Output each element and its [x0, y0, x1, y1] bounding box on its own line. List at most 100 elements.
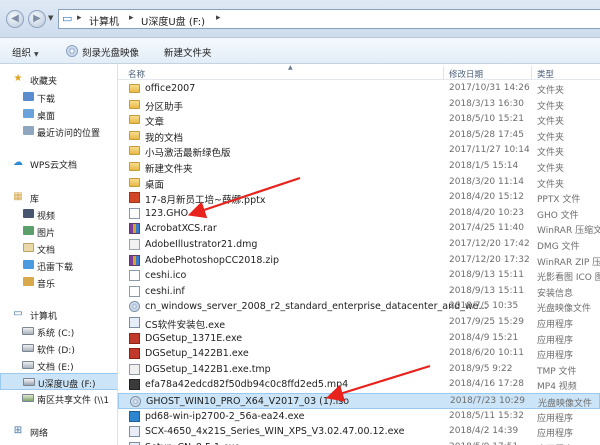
file-row[interactable]: AdobePhotoshopCC2018.zip 2017/12/20 17:32…: [118, 253, 600, 269]
nav-label: 系统 (C:): [37, 329, 75, 339]
file-date: 2018/9/5 9:22: [449, 363, 513, 374]
file-date: 2018/4/20 10:23: [449, 207, 524, 218]
navigation-pane: ★ 收藏夹 下载 桌面 最近访问的位置 ☁ WPS云文档 ▦ 库 视频 图片 文…: [0, 64, 118, 445]
file-type: 文件夹: [537, 86, 565, 96]
file-name: 小马激活最新绿色版: [145, 148, 231, 160]
file-row[interactable]: DGSetup_1422B1.exe 2018/6/20 10:11 应用程序: [118, 346, 600, 362]
nav-label: U深度U盘 (F:): [38, 380, 96, 390]
nav-pictures[interactable]: 图片: [0, 223, 117, 240]
file-row[interactable]: SCX-4650_4x21S_Series_WIN_XPS_V3.02.47.0…: [118, 424, 600, 440]
column-divider[interactable]: [443, 66, 444, 79]
library-icon: ▦: [13, 191, 23, 202]
file-row[interactable]: GHOST_WIN10_PRO_X64_V2017_03 (1).iso 2018…: [118, 393, 600, 409]
file-row[interactable]: 123.GHO 2018/4/20 10:23 GHO 文件: [118, 206, 600, 222]
nav-drive-e[interactable]: 文档 (E:): [0, 357, 117, 374]
nav-label: 库: [30, 195, 40, 205]
file-date: 2018/3/13 16:30: [449, 98, 524, 109]
file-type: DMG 文件: [537, 242, 580, 252]
rar-file-icon: [129, 223, 140, 235]
iso-file-icon: [130, 396, 141, 407]
usb-drive-icon: [23, 376, 35, 388]
nav-network[interactable]: ⊞ 网络: [0, 423, 117, 440]
file-name: AdobePhotoshopCC2018.zip: [145, 254, 280, 266]
column-header-date[interactable]: 修改日期: [449, 68, 483, 80]
folder-file-icon: [129, 115, 140, 125]
file-name: SCX-4650_4x21S_Series_WIN_XPS_V3.02.47.0…: [145, 426, 405, 438]
file-row[interactable]: 小马激活最新绿色版 2017/11/27 10:14 文件夹: [118, 143, 600, 159]
forward-button[interactable]: ▶: [28, 10, 46, 28]
column-header-type[interactable]: 类型: [537, 68, 554, 80]
nav-videos[interactable]: 视频: [0, 206, 117, 223]
nav-drive-f[interactable]: U深度U盘 (F:): [0, 373, 117, 390]
network-drive-icon: [22, 392, 34, 404]
file-row[interactable]: AdobeIllustrator21.dmg 2017/12/20 17:42 DM…: [118, 237, 600, 253]
file-row[interactable]: CS软件安装包.exe 2017/9/25 15:29 应用程序: [118, 315, 600, 331]
file-row[interactable]: efa78a42edcd82f50db94c0c8ffd2ed5.mp4 2018…: [118, 377, 600, 393]
breadcrumb-drive-f[interactable]: U深度U盘 (F:): [141, 13, 205, 28]
file-type: 安装信息: [537, 288, 574, 299]
file-row[interactable]: AcrobatXCS.rar 2017/4/25 11:40 WinRAR 压缩文: [118, 221, 600, 237]
breadcrumb-computer[interactable]: 计算机: [89, 13, 119, 28]
new-folder-button[interactable]: 新建文件夹: [164, 45, 212, 59]
column-header-name[interactable]: 名称: [128, 68, 145, 80]
file-type: 应用程序: [537, 413, 574, 424]
desktop-icon: [22, 108, 34, 120]
burn-disc-image-button[interactable]: 刻录光盘映像: [82, 45, 139, 59]
hard-drive-icon: [22, 342, 34, 354]
address-box[interactable]: ▭ ▸ 计算机 ▸ U深度U盘 (F:) ▸: [58, 9, 600, 29]
file-name: ceshi.ico: [145, 270, 187, 282]
history-dropdown-icon[interactable]: ▼: [48, 14, 53, 22]
back-button[interactable]: ◀: [6, 10, 24, 28]
downloads-icon: [22, 91, 34, 103]
nav-label: 软件 (D:): [37, 346, 75, 356]
file-type: 应用程序: [537, 351, 574, 362]
nav-wps-cloud[interactable]: ☁ WPS云文档: [0, 155, 117, 172]
file-name: ceshi.inf: [145, 285, 185, 297]
file-row[interactable]: ceshi.ico 2018/9/13 15:11 光影看图 ICO 图: [118, 268, 600, 284]
video-icon: [22, 208, 34, 220]
breadcrumb-separator-icon[interactable]: ▸: [129, 13, 134, 23]
file-row[interactable]: Setup_CN_8.5.1.exe2018/5/9 17:51应用程序: [118, 440, 600, 445]
nav-favorites[interactable]: ★ 收藏夹: [0, 71, 117, 88]
nav-drive-d[interactable]: 软件 (D:): [0, 340, 117, 357]
nav-computer[interactable]: ▭ 计算机: [0, 306, 117, 323]
file-row[interactable]: 桌面 2018/3/20 11:14 文件夹: [118, 175, 600, 191]
nav-desktop[interactable]: 桌面: [0, 106, 117, 123]
file-row[interactable]: DGSetup_1371E.exe 2018/4/9 15:21 应用程序: [118, 331, 600, 347]
file-row[interactable]: pd68-win-ip2700-2_56a-ea24.exe 2018/5/11 …: [118, 409, 600, 425]
nav-drive-c[interactable]: 系统 (C:): [0, 323, 117, 340]
nav-recent-places[interactable]: 最近访问的位置: [0, 123, 117, 140]
file-row[interactable]: office2007 2017/10/31 14:26 文件夹: [118, 81, 600, 97]
file-type: WinRAR 压缩文: [537, 226, 600, 237]
breadcrumb-separator-icon[interactable]: ▸: [77, 13, 82, 23]
file-date: 2018/5/28 17:45: [449, 129, 524, 140]
breadcrumb-separator-icon[interactable]: ▸: [216, 13, 221, 23]
iso-file-icon: [129, 301, 140, 313]
nav-network-share[interactable]: 南区共享文件 (\\1: [0, 390, 117, 407]
file-row[interactable]: 17-8月新员工培~薛娜.pptx 2018/4/20 15:12 PPTX 文件: [118, 190, 600, 206]
file-row[interactable]: 我的文档 2018/5/28 17:45 文件夹: [118, 128, 600, 144]
nav-library[interactable]: ▦ 库: [0, 189, 117, 206]
exe-blue-file-icon: [129, 410, 140, 422]
nav-music[interactable]: 音乐: [0, 274, 117, 291]
file-date: 2018/4/9 15:21: [449, 332, 519, 343]
file-row[interactable]: cn_windows_server_2008_r2_standard_enter…: [118, 299, 600, 315]
file-name: 桌面: [145, 179, 165, 191]
file-row[interactable]: ceshi.inf 2018/9/13 15:11 安装信息: [118, 284, 600, 300]
file-row[interactable]: DGSetup_1422B1.exe.tmp 2018/9/5 9:22 TMP 文…: [118, 362, 600, 378]
column-divider[interactable]: [531, 66, 532, 79]
file-row[interactable]: 分区助手 2018/3/13 16:30 文件夹: [118, 97, 600, 113]
nav-xunlei-downloads[interactable]: 迅雷下载: [0, 257, 117, 274]
nav-documents[interactable]: 文档: [0, 240, 117, 257]
file-row[interactable]: 文章 2018/5/10 15:21 文件夹: [118, 112, 600, 128]
file-date: 2017/12/20 17:32: [449, 254, 530, 265]
file-date: 2018/5/10 15:21: [449, 114, 524, 125]
file-row[interactable]: 新建文件夹 2018/1/5 15:14 文件夹: [118, 159, 600, 175]
xunlei-icon: [22, 259, 34, 271]
file-type: PPTX 文件: [537, 195, 581, 206]
file-type: 应用程序: [537, 335, 574, 346]
nav-downloads[interactable]: 下载: [0, 89, 117, 106]
organize-button[interactable]: 组织 ▼: [12, 45, 39, 59]
file-name: 分区助手: [145, 101, 184, 113]
file-date: 2017/4/25 11:40: [449, 223, 524, 234]
